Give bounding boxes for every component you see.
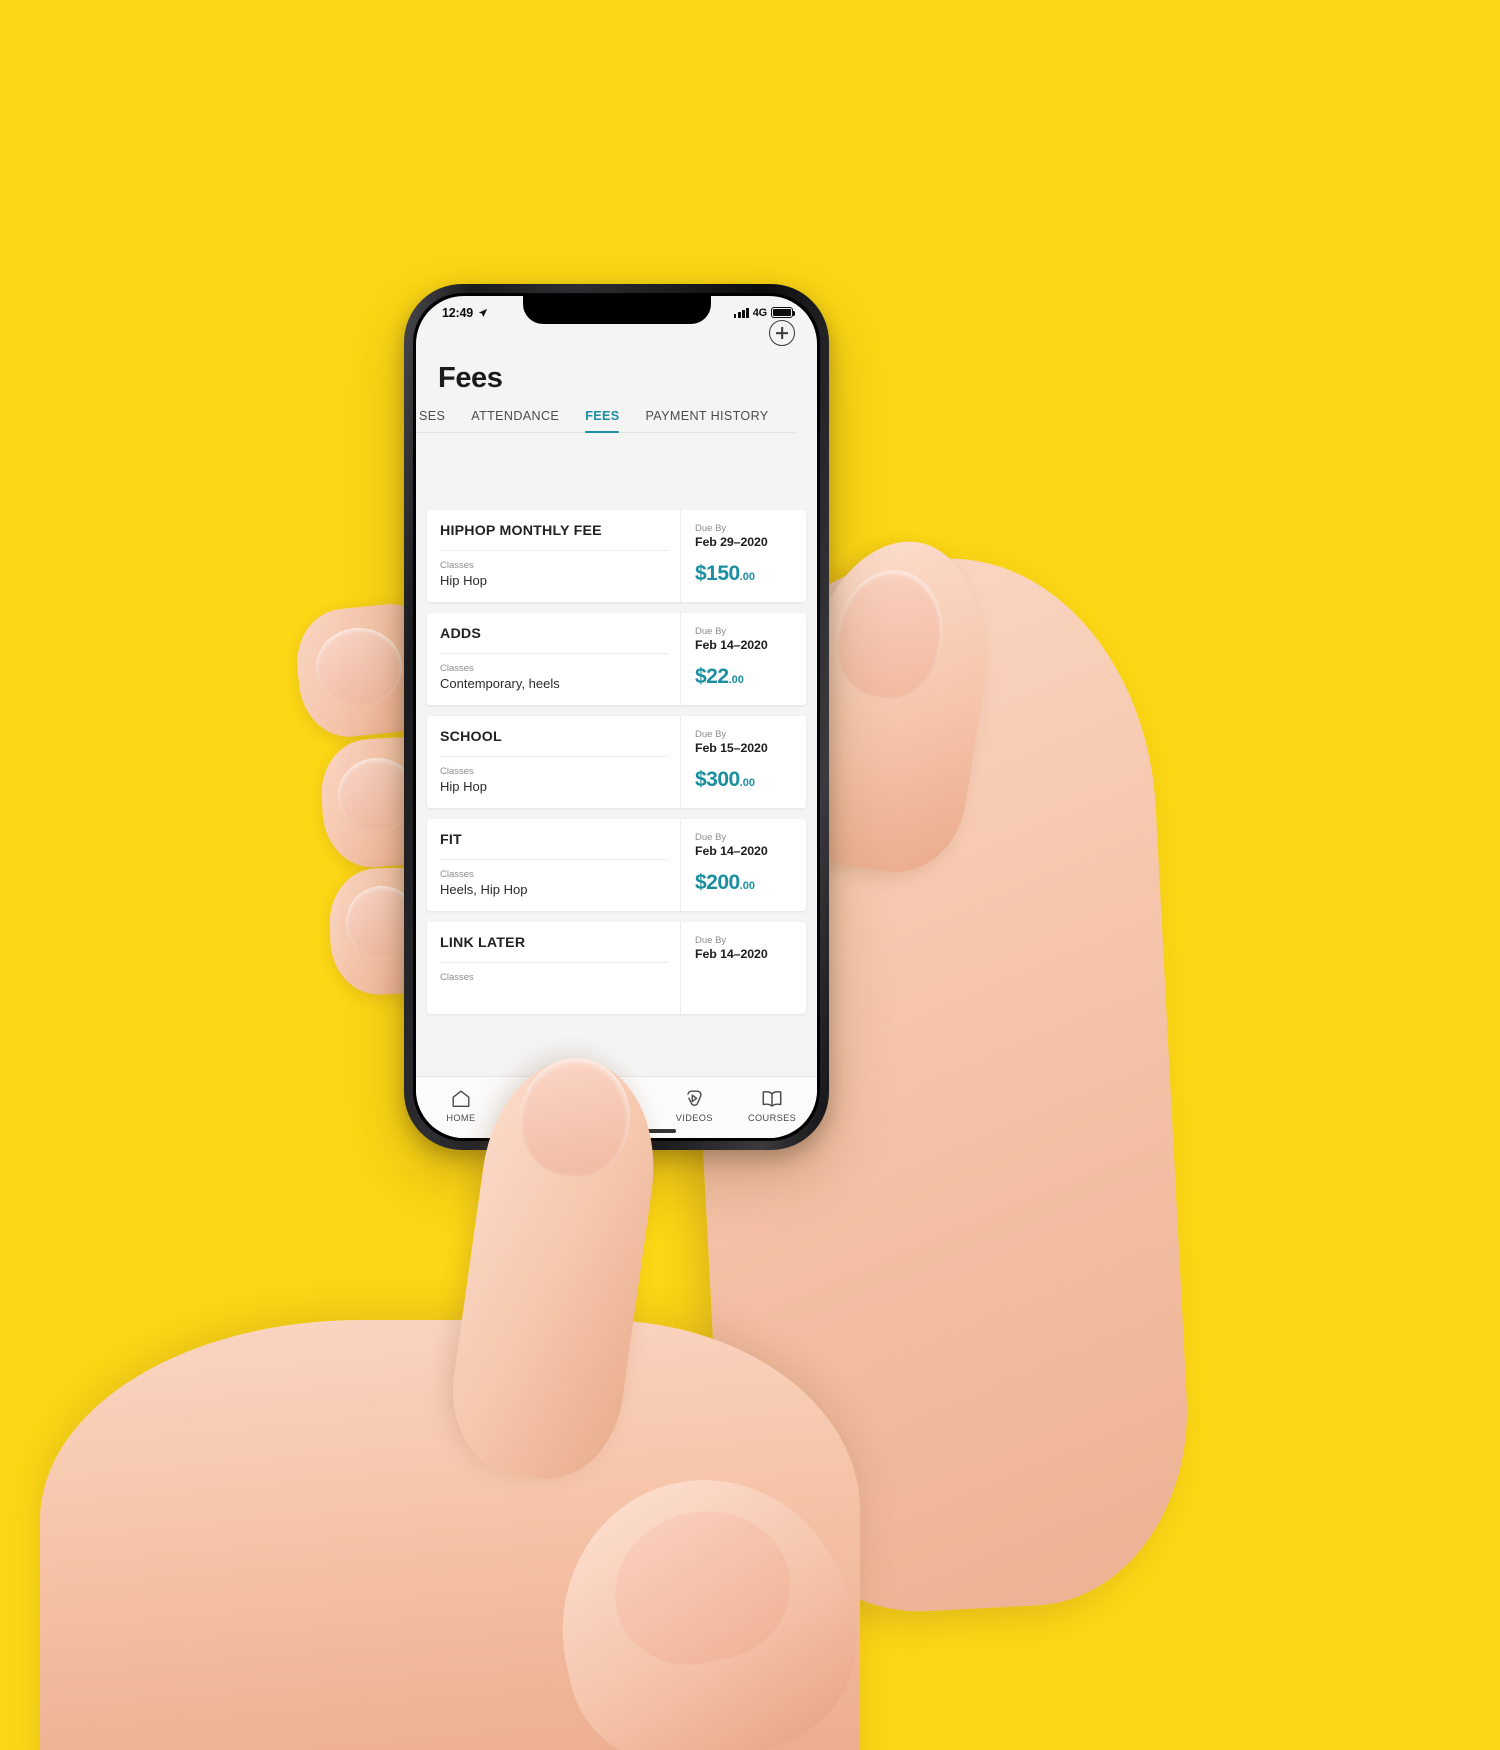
fee-amount: $300.00 <box>695 768 796 792</box>
due-by-label: Due By <box>695 523 727 534</box>
fee-card-side: Due By Feb 14–2020 $22.00 <box>680 613 806 705</box>
due-date: Feb 14–2020 <box>695 844 768 858</box>
fee-amount-main: $150 <box>695 562 740 585</box>
tab-payment-history[interactable]: PAYMENT HISTORY <box>632 409 781 432</box>
phone-screen: 12:49 4G Fees SES ATTENDANCE FEES PAYMEN… <box>416 296 817 1138</box>
due-date: Feb 14–2020 <box>695 638 768 652</box>
classes-value: Heels, Hip Hop <box>440 882 528 897</box>
page-title: Fees <box>438 362 503 394</box>
fee-card[interactable]: LINK LATER Classes Due By Feb 14–2020 <box>427 922 806 1014</box>
network-label: 4G <box>752 306 767 319</box>
fee-card[interactable]: HIPHOP MONTHLY FEE Classes Hip Hop Due B… <box>427 510 806 602</box>
fee-card-main: ADDS Classes Contemporary, heels <box>427 613 680 705</box>
fingernail <box>316 628 402 706</box>
tab-classes[interactable]: SES <box>416 409 458 432</box>
fee-amount-cents: .00 <box>728 674 744 686</box>
classes-value: Hip Hop <box>440 573 487 588</box>
tab-attendance[interactable]: ATTENDANCE <box>458 409 572 432</box>
phone-bezel: 12:49 4G Fees SES ATTENDANCE FEES PAYMEN… <box>413 293 820 1141</box>
nav-item-videos[interactable]: VIDEOS <box>655 1089 733 1123</box>
fee-title: FIT <box>440 832 668 860</box>
fee-card-side: Due By Feb 29–2020 $150.00 <box>680 510 806 602</box>
due-by-label: Due By <box>695 832 727 843</box>
due-by-label: Due By <box>695 626 727 637</box>
fee-title: LINK LATER <box>440 935 668 963</box>
nav-item-courses[interactable]: COURSES <box>733 1089 811 1123</box>
phone-device: 12:49 4G Fees SES ATTENDANCE FEES PAYMEN… <box>404 284 829 1150</box>
nav-item-home[interactable]: HOME <box>422 1089 500 1123</box>
signal-bars-icon <box>733 307 749 318</box>
fee-card-side: Due By Feb 14–2020 $200.00 <box>680 819 806 911</box>
classes-label: Classes <box>440 972 474 983</box>
home-icon <box>452 1089 470 1107</box>
due-by-label: Due By <box>695 935 727 946</box>
fee-amount-cents: .00 <box>739 571 756 583</box>
fee-card-main: HIPHOP MONTHLY FEE Classes Hip Hop <box>427 510 680 602</box>
fee-title: ADDS <box>440 626 668 654</box>
fee-title: SCHOOL <box>440 729 668 757</box>
fee-amount-cents: .00 <box>739 880 756 892</box>
fee-card-main: FIT Classes Heels, Hip Hop <box>427 819 680 911</box>
fee-card-main: SCHOOL Classes Hip Hop <box>427 716 680 808</box>
fee-amount-main: $200 <box>695 871 740 894</box>
status-time: 12:49 <box>442 305 473 320</box>
book-open-icon <box>762 1090 782 1107</box>
fee-card-side: Due By Feb 15–2020 $300.00 <box>680 716 806 808</box>
fee-card[interactable]: SCHOOL Classes Hip Hop Due By Feb 15–202… <box>427 716 806 808</box>
fee-amount: $200.00 <box>695 871 796 895</box>
fee-card-side: Due By Feb 14–2020 <box>680 922 806 1014</box>
fee-card[interactable]: FIT Classes Heels, Hip Hop Due By Feb 14… <box>427 819 806 911</box>
fee-amount-cents: .00 <box>739 777 756 789</box>
fee-amount: $150.00 <box>695 562 796 586</box>
fee-amount-main: $300 <box>695 768 740 791</box>
location-arrow-icon <box>478 308 488 317</box>
tab-bar: SES ATTENDANCE FEES PAYMENT HISTORY <box>416 395 795 434</box>
status-bar-left: 12:49 <box>442 306 488 320</box>
nav-label: HOME <box>446 1112 476 1123</box>
status-bar-right: 4G <box>733 306 796 319</box>
nav-label: COURSES <box>747 1112 797 1123</box>
fee-amount-main: $22 <box>695 665 729 688</box>
classes-value: Contemporary, heels <box>440 676 560 691</box>
classes-label: Classes <box>440 869 474 880</box>
classes-label: Classes <box>440 560 474 571</box>
due-date: Feb 15–2020 <box>695 741 768 755</box>
due-date: Feb 14–2020 <box>695 947 768 961</box>
fee-card-main: LINK LATER Classes <box>427 922 680 1014</box>
due-date: Feb 29–2020 <box>695 535 768 549</box>
fee-list[interactable]: HIPHOP MONTHLY FEE Classes Hip Hop Due B… <box>416 502 817 1076</box>
classes-label: Classes <box>440 766 474 777</box>
due-by-label: Due By <box>695 729 727 740</box>
fee-amount: $22.00 <box>695 665 796 689</box>
classes-value: Hip Hop <box>440 779 487 794</box>
tab-fees[interactable]: FEES <box>572 409 632 434</box>
classes-label: Classes <box>440 663 474 674</box>
nav-label: VIDEOS <box>675 1112 713 1123</box>
fee-title: HIPHOP MONTHLY FEE <box>440 523 668 551</box>
fee-card[interactable]: ADDS Classes Contemporary, heels Due By … <box>427 613 806 705</box>
notch <box>522 296 711 324</box>
battery-full-icon <box>771 307 796 318</box>
play-icon <box>687 1090 702 1106</box>
